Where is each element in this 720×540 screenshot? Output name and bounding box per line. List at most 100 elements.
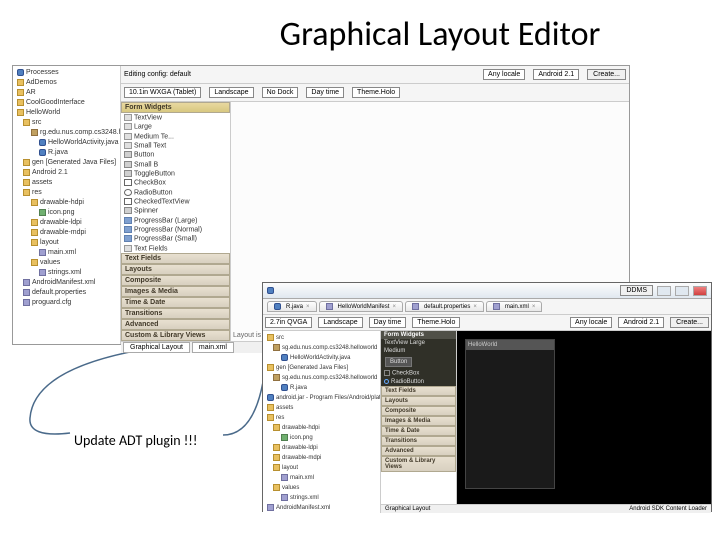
layout-canvas-2[interactable]: HelloWorld [457,331,711,504]
palette-category[interactable]: Transitions [121,308,230,319]
palette-category[interactable]: Layouts [121,264,230,275]
palette-category[interactable]: Advanced [121,319,230,330]
tree-item[interactable]: drawable-mdpi [265,453,378,463]
device-preview[interactable]: HelloWorld [465,339,555,489]
palette-widget[interactable]: RadioButton [381,378,456,386]
palette-category[interactable]: Form Widgets [381,331,456,339]
locale-select[interactable]: Any locale [483,69,525,80]
widget-palette-2[interactable]: Form WidgetsTextView LargeMediumButtonCh… [381,331,457,504]
palette-widget[interactable]: RadioButton [121,188,230,197]
tree-item[interactable]: gen [Generated Java Files] [15,158,118,168]
tree-item[interactable]: Android 2.1 [15,168,118,178]
device-select[interactable]: 10.1in WXGA (Tablet) [124,87,201,98]
tree-item[interactable]: res [265,413,378,423]
palette-category[interactable]: Composite [121,275,230,286]
tab-close-icon[interactable]: × [306,304,310,310]
palette-widget[interactable]: Medium Te... [121,132,230,141]
tree-item[interactable]: AndroidManifest.xml [265,503,378,513]
tree-item[interactable]: sg.edu.nus.comp.cs3248.helloworld [265,343,378,353]
version-select-2[interactable]: Android 2.1 [618,317,664,328]
device-select-2[interactable]: 2.7in QVGA [265,317,312,328]
tab-close-icon[interactable]: × [473,304,477,310]
theme-select[interactable]: Theme.Holo [352,87,400,98]
tree-item[interactable]: main.xml [265,473,378,483]
tree-item[interactable]: AR [15,88,118,98]
tree-item[interactable]: icon.png [15,208,118,218]
tree-item[interactable]: AdDemos [15,78,118,88]
android-ver-select[interactable]: Android 2.1 [533,69,579,80]
palette-widget[interactable]: ProgressBar (Large) [121,216,230,225]
tree-item[interactable]: HelloWorldActivity.java [265,353,378,363]
tree-item[interactable]: CoolGoodInterface [15,98,118,108]
tree-item[interactable]: values [15,258,118,268]
theme-select-2[interactable]: Theme.Holo [412,317,460,328]
tree-item[interactable]: sg.edu.nus.comp.cs3248.helloworld [265,373,378,383]
tab-close-icon[interactable]: × [532,304,536,310]
tree-item[interactable]: R.java [265,383,378,393]
palette-widget[interactable]: CheckBox [121,178,230,187]
bottom-tab-label[interactable]: Graphical Layout [385,506,430,512]
file-tab[interactable]: default.properties× [405,301,484,312]
palette-category[interactable]: Form Widgets [121,102,230,113]
package-explorer-2[interactable]: srcsg.edu.nus.comp.cs3248.helloworldHell… [263,331,381,513]
tree-item[interactable]: drawable-hdpi [265,423,378,433]
tree-item[interactable]: strings.xml [15,268,118,278]
tree-item[interactable]: drawable-hdpi [15,198,118,208]
palette-category[interactable]: Text Fields [121,253,230,264]
tree-item[interactable]: layout [15,238,118,248]
bottom-tab[interactable]: main.xml [192,342,234,353]
tree-item[interactable]: AndroidManifest.xml [15,278,118,288]
file-tab[interactable]: R.java× [267,301,317,312]
palette-category[interactable]: Text Fields [381,386,456,396]
tree-item[interactable]: drawable-ldpi [265,443,378,453]
palette-category[interactable]: Custom & Library Views [121,330,230,341]
tree-item[interactable]: res [15,188,118,198]
palette-widget[interactable]: Small B [121,160,230,169]
palette-widget[interactable]: ProgressBar (Normal) [121,225,230,234]
palette-category[interactable]: Composite [381,406,456,416]
tree-item[interactable]: rg.edu.nus.comp.cs3248.helloworld [15,128,118,138]
tree-item[interactable]: Processes [15,68,118,78]
palette-category[interactable]: Layouts [381,396,456,406]
tree-item[interactable]: src [15,118,118,128]
tree-item[interactable]: gen [Generated Java Files] [265,363,378,373]
tree-item[interactable]: icon.png [265,433,378,443]
tree-item[interactable]: drawable-mdpi [15,228,118,238]
tree-item[interactable]: android.jar - Program Files/Android/plat… [265,393,378,403]
tree-item[interactable]: R.java [15,148,118,158]
time-select[interactable]: Day time [306,87,344,98]
palette-widget[interactable]: Spinner [121,206,230,215]
tree-item[interactable]: strings.xml [265,493,378,503]
palette-widget[interactable]: ProgressBar (Small) [121,234,230,243]
palette-widget[interactable]: Button [381,355,456,369]
tree-item[interactable]: default.properties [15,288,118,298]
perspective-ddms[interactable]: DDMS [620,285,653,296]
palette-category[interactable]: Transitions [381,436,456,446]
tree-item[interactable]: HelloWorldActivity.java [15,138,118,148]
minimize-icon[interactable] [657,286,671,296]
tree-item[interactable]: drawable-ldpi [15,218,118,228]
palette-category[interactable]: Images & Media [381,416,456,426]
tree-item[interactable]: main.xml [15,248,118,258]
tree-item[interactable]: layout [265,463,378,473]
palette-category[interactable]: Images & Media [121,286,230,297]
palette-widget[interactable]: Large [121,122,230,131]
close-icon[interactable] [693,286,707,296]
orient-select[interactable]: Landscape [209,87,253,98]
tree-item[interactable]: values [265,483,378,493]
time-select-2[interactable]: Day time [369,317,407,328]
palette-widget[interactable]: Button [121,150,230,159]
palette-widget[interactable]: Text Fields [121,244,230,253]
tree-item[interactable]: HelloWorld [15,108,118,118]
palette-category[interactable]: Time & Date [381,426,456,436]
tree-item[interactable]: assets [265,403,378,413]
palette-widget[interactable]: Medium [381,347,456,355]
tree-item[interactable]: assets [15,178,118,188]
bottom-tab[interactable]: Graphical Layout [123,342,190,353]
create-btn-2[interactable]: Create... [670,317,709,328]
widget-palette-1[interactable]: Form WidgetsTextViewLargeMedium Te...Sma… [121,102,231,341]
palette-category[interactable]: Time & Date [121,297,230,308]
tree-item[interactable]: src [265,333,378,343]
palette-category[interactable]: Advanced [381,446,456,456]
locale-select-2[interactable]: Any locale [570,317,612,328]
